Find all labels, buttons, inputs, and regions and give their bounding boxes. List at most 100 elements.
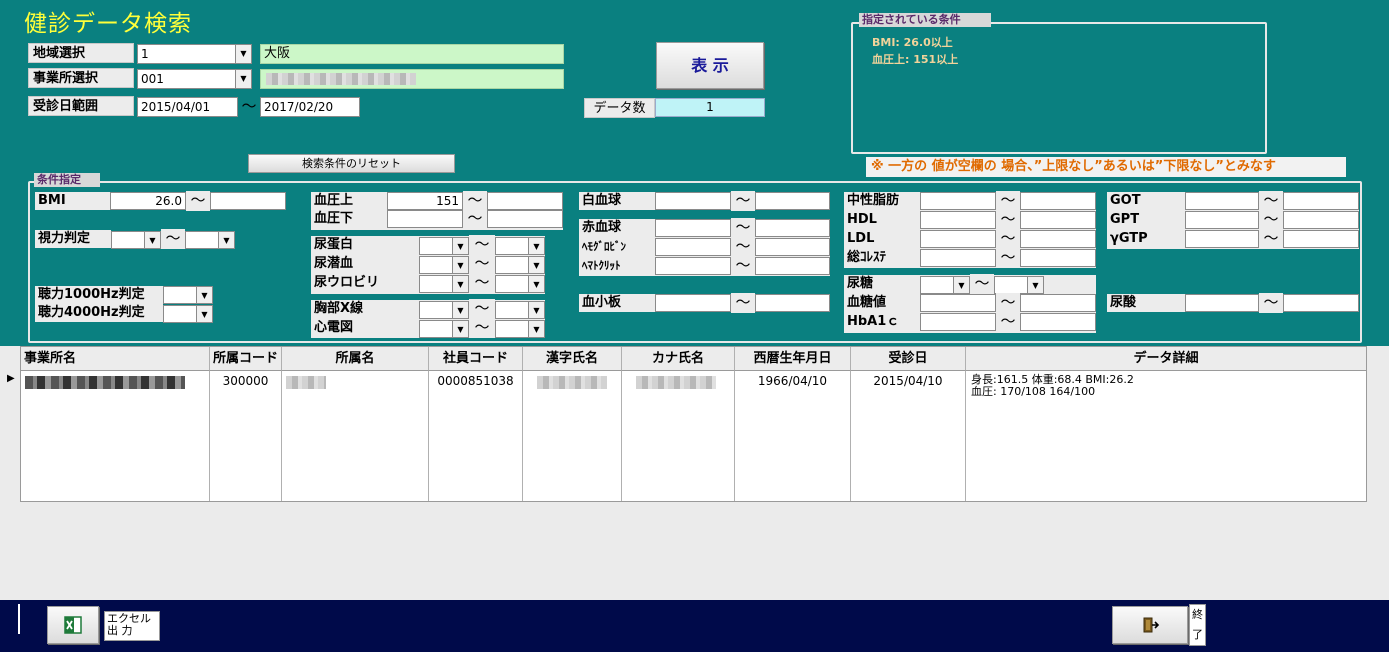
total-chol-from-input[interactable] bbox=[920, 249, 996, 267]
col-header-office[interactable]: 事業所名 bbox=[21, 347, 210, 371]
blood-sugar-to-input[interactable] bbox=[1020, 294, 1096, 312]
col-header-exam-date[interactable]: 受診日 bbox=[851, 347, 966, 371]
chevron-down-icon: ▼ bbox=[528, 302, 544, 318]
chevron-down-icon: ▼ bbox=[452, 321, 468, 337]
table-cell-dept-code[interactable]: 300000 bbox=[210, 371, 282, 501]
ecg-from-select[interactable]: ▼ bbox=[419, 320, 469, 338]
table-cell-kana-name[interactable] bbox=[622, 371, 735, 501]
rbc-to-input[interactable] bbox=[755, 219, 830, 237]
gpt-label: GPT bbox=[1107, 211, 1185, 229]
hematocrit-from-input[interactable] bbox=[655, 257, 731, 275]
urine-blood-from-select[interactable]: ▼ bbox=[419, 256, 469, 274]
urine-protein-label: 尿蛋白 bbox=[311, 236, 419, 254]
chest-xray-from-select[interactable]: ▼ bbox=[419, 301, 469, 319]
table-cell-kanji-name[interactable] bbox=[523, 371, 622, 501]
table-cell-exam-date[interactable]: 2015/04/10 bbox=[851, 371, 966, 501]
total-chol-label: 総ｺﾚｽﾃ bbox=[844, 249, 920, 267]
urine-protein-from-select[interactable]: ▼ bbox=[419, 237, 469, 255]
bp-high-from-input[interactable]: 151 bbox=[387, 192, 463, 210]
date-to-input[interactable]: 2017/02/20 bbox=[260, 97, 360, 117]
hearing-4000-select[interactable]: ▼ bbox=[163, 305, 213, 323]
bp-low-from-input[interactable] bbox=[387, 210, 463, 228]
col-header-emp-code[interactable]: 社員コード bbox=[429, 347, 523, 371]
results-grid[interactable]: 事業所名 所属コード 所属名 社員コード 漢字氏名 カナ氏名 西暦生年月日 受診… bbox=[7, 346, 1367, 502]
total-chol-to-input[interactable] bbox=[1020, 249, 1096, 267]
table-cell-dept-name[interactable] bbox=[282, 371, 429, 501]
hearing-1000-select[interactable]: ▼ bbox=[163, 286, 213, 304]
rbc-label: 赤血球 bbox=[579, 219, 655, 237]
table-cell-detail[interactable]: 身長:161.5 体重:68.4 BMI:26.2 血圧: 170/108 16… bbox=[966, 371, 1366, 501]
col-header-dept-name[interactable]: 所属名 bbox=[282, 347, 429, 371]
hemoglobin-to-input[interactable] bbox=[755, 238, 830, 256]
wbc-from-input[interactable] bbox=[655, 192, 731, 210]
got-from-input[interactable] bbox=[1185, 192, 1259, 210]
ldl-from-input[interactable] bbox=[920, 230, 996, 248]
hba1c-from-input[interactable] bbox=[920, 313, 996, 331]
platelet-to-input[interactable] bbox=[755, 294, 830, 312]
excel-export-button[interactable] bbox=[47, 606, 99, 644]
range-tilde: 〜 bbox=[463, 209, 487, 229]
hdl-to-input[interactable] bbox=[1020, 211, 1096, 229]
vision-to-select[interactable]: ▼ bbox=[185, 231, 235, 249]
range-tilde: 〜 bbox=[469, 235, 495, 255]
table-cell-birth-date[interactable]: 1966/04/10 bbox=[735, 371, 851, 501]
range-tilde: 〜 bbox=[469, 273, 495, 293]
vision-from-select[interactable]: ▼ bbox=[111, 231, 161, 249]
urobilinogen-label: 尿ウロビリ bbox=[311, 274, 419, 292]
hdl-from-input[interactable] bbox=[920, 211, 996, 229]
ecg-label: 心電図 bbox=[311, 319, 419, 337]
range-tilde: 〜 bbox=[1259, 191, 1283, 211]
footer-divider bbox=[18, 604, 20, 634]
bp-low-to-input[interactable] bbox=[487, 210, 563, 228]
bmi-to-input[interactable] bbox=[210, 192, 286, 210]
blood-sugar-from-input[interactable] bbox=[920, 294, 996, 312]
bp-high-to-input[interactable] bbox=[487, 192, 563, 210]
rbc-from-input[interactable] bbox=[655, 219, 731, 237]
chest-xray-to-select[interactable]: ▼ bbox=[495, 301, 545, 319]
uric-acid-to-input[interactable] bbox=[1283, 294, 1359, 312]
got-to-input[interactable] bbox=[1283, 192, 1359, 210]
platelet-from-input[interactable] bbox=[655, 294, 731, 312]
bp-high-label: 血圧上 bbox=[311, 192, 387, 210]
reset-conditions-button[interactable]: 検索条件のリセット bbox=[248, 154, 455, 173]
urobilinogen-to-select[interactable]: ▼ bbox=[495, 275, 545, 293]
bmi-from-input[interactable]: 26.0 bbox=[110, 192, 186, 210]
date-from-input[interactable]: 2015/04/01 bbox=[137, 97, 238, 117]
hba1c-to-input[interactable] bbox=[1020, 313, 1096, 331]
row-selector-icon[interactable]: ▶ bbox=[7, 373, 15, 384]
range-tilde: 〜 bbox=[996, 191, 1020, 211]
col-header-detail[interactable]: データ詳細 bbox=[966, 347, 1366, 371]
col-header-birth-date[interactable]: 西暦生年月日 bbox=[735, 347, 851, 371]
ldl-to-input[interactable] bbox=[1020, 230, 1096, 248]
col-header-kanji-name[interactable]: 漢字氏名 bbox=[523, 347, 622, 371]
excel-icon bbox=[64, 616, 82, 634]
col-header-kana-name[interactable]: カナ氏名 bbox=[622, 347, 735, 371]
uric-acid-from-input[interactable] bbox=[1185, 294, 1259, 312]
urine-sugar-to-select[interactable]: ▼ bbox=[994, 276, 1044, 294]
hematocrit-to-input[interactable] bbox=[755, 257, 830, 275]
gpt-from-input[interactable] bbox=[1185, 211, 1259, 229]
ecg-to-select[interactable]: ▼ bbox=[495, 320, 545, 338]
urine-sugar-label: 尿糖 bbox=[844, 275, 920, 293]
hemoglobin-from-input[interactable] bbox=[655, 238, 731, 256]
office-select[interactable]: 001 ▼ bbox=[137, 69, 252, 89]
chevron-down-icon: ▼ bbox=[196, 306, 212, 322]
triglyceride-to-input[interactable] bbox=[1020, 192, 1096, 210]
gpt-to-input[interactable] bbox=[1283, 211, 1359, 229]
triglyceride-from-input[interactable] bbox=[920, 192, 996, 210]
col-header-dept-code[interactable]: 所属コード bbox=[210, 347, 282, 371]
urine-protein-to-select[interactable]: ▼ bbox=[495, 237, 545, 255]
table-cell-office[interactable] bbox=[21, 371, 210, 501]
ggtp-to-input[interactable] bbox=[1283, 230, 1359, 248]
urobilinogen-from-select[interactable]: ▼ bbox=[419, 275, 469, 293]
wbc-to-input[interactable] bbox=[755, 192, 830, 210]
exit-button[interactable] bbox=[1112, 606, 1188, 644]
table-cell-emp-code[interactable]: 0000851038 bbox=[429, 371, 523, 501]
range-tilde: 〜 bbox=[186, 191, 210, 211]
ggtp-from-input[interactable] bbox=[1185, 230, 1259, 248]
urine-sugar-from-select[interactable]: ▼ bbox=[920, 276, 970, 294]
region-select[interactable]: 1 ▼ bbox=[137, 44, 252, 64]
chevron-down-icon: ▼ bbox=[528, 238, 544, 254]
show-button[interactable]: 表 示 bbox=[656, 42, 764, 89]
urine-blood-to-select[interactable]: ▼ bbox=[495, 256, 545, 274]
